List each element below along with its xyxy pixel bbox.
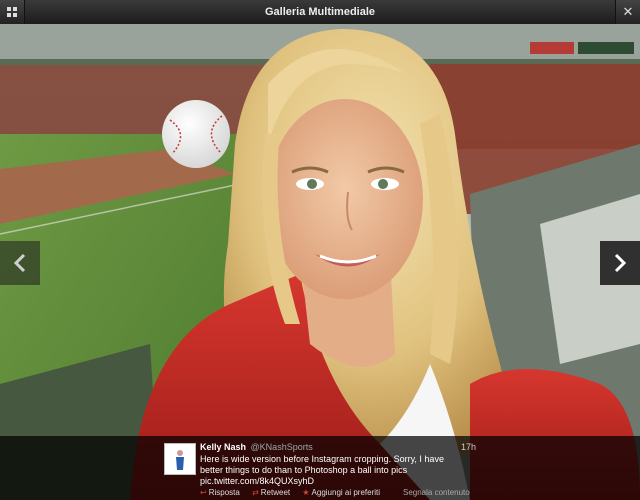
chevron-right-icon — [614, 253, 627, 273]
retweet-button[interactable]: ⇄ Retweet — [252, 488, 290, 497]
tweet-text-line: better things to do than to Photoshop a … — [200, 465, 408, 475]
tweet-timestamp[interactable]: 17h — [461, 442, 476, 452]
tweet-author-handle[interactable]: @KNashSports — [251, 442, 313, 452]
tweet-link[interactable]: pic.twitter.com/8k4QUXsyhD — [200, 476, 490, 487]
reply-icon: ↩ — [200, 488, 207, 497]
report-link[interactable]: Segnala contenuto — [403, 488, 470, 497]
star-icon: ★ — [302, 488, 310, 497]
gallery-photo — [0, 24, 640, 500]
favorite-button[interactable]: ★ Aggiungi ai preferiti — [302, 488, 380, 497]
title-bar: Galleria Multimediale ✕ — [0, 0, 640, 25]
tweet-author-name[interactable]: Kelly Nash — [200, 442, 246, 452]
reply-label: Risposta — [208, 488, 240, 497]
chevron-left-icon — [13, 253, 26, 273]
tweet-actions: ↩ Risposta ⇄ Retweet ★ Aggiungi ai preferit… — [200, 488, 390, 497]
favorite-label: Aggiungi ai preferiti — [311, 488, 381, 497]
retweet-label: Retweet — [260, 488, 291, 497]
close-button[interactable]: ✕ — [615, 0, 640, 24]
avatar[interactable] — [164, 443, 196, 475]
tweet-text-line: Here is wide version before Instagram cr… — [200, 454, 444, 464]
reply-button[interactable]: ↩ Risposta — [200, 488, 240, 497]
retweet-icon: ⇄ — [252, 488, 259, 497]
next-button[interactable] — [600, 241, 640, 285]
tweet-text: Here is wide version before Instagram cr… — [200, 454, 490, 487]
window-title: Galleria Multimediale — [264, 6, 376, 18]
close-icon: ✕ — [622, 4, 634, 19]
tweet-header: Kelly Nash @KNashSports — [200, 442, 313, 452]
previous-button[interactable] — [0, 241, 40, 285]
